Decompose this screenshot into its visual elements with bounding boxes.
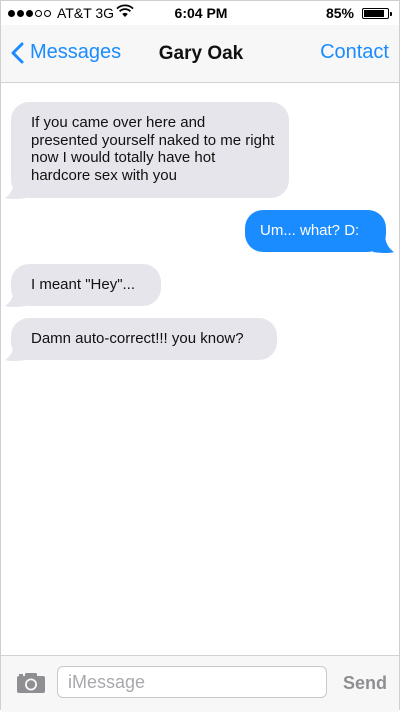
status-bar: AT&T 3G 6:04 PM 85%	[1, 1, 399, 25]
phone-screen: AT&T 3G 6:04 PM 85% Messages Gary Oak Co…	[0, 0, 400, 712]
message-text: Um... what? D:	[260, 222, 360, 239]
contact-button[interactable]: Contact	[320, 41, 389, 64]
message-text: I meant "Hey"...	[31, 276, 136, 293]
compose-bar: Send	[1, 655, 399, 712]
received-message: I meant "Hey"...	[11, 264, 161, 306]
bubble-tail	[5, 180, 26, 199]
navigation-bar: Messages Gary Oak Contact	[1, 25, 399, 83]
message-text: Damn auto-correct!!! you know?	[31, 330, 244, 347]
camera-icon[interactable]	[16, 672, 46, 699]
sent-message: Um... what? D:	[245, 210, 386, 252]
bubble-tail	[5, 342, 26, 361]
send-button[interactable]: Send	[343, 673, 387, 694]
battery-icon	[362, 8, 392, 19]
message-input[interactable]	[57, 666, 327, 698]
bubble-tail	[5, 288, 26, 307]
received-message: Damn auto-correct!!! you know?	[11, 318, 277, 360]
received-message: If you came over here and presented your…	[11, 102, 289, 198]
bubble-tail	[373, 234, 394, 253]
message-text: If you came over here and presented your…	[31, 114, 275, 184]
battery-percent: 85%	[325, 5, 354, 21]
